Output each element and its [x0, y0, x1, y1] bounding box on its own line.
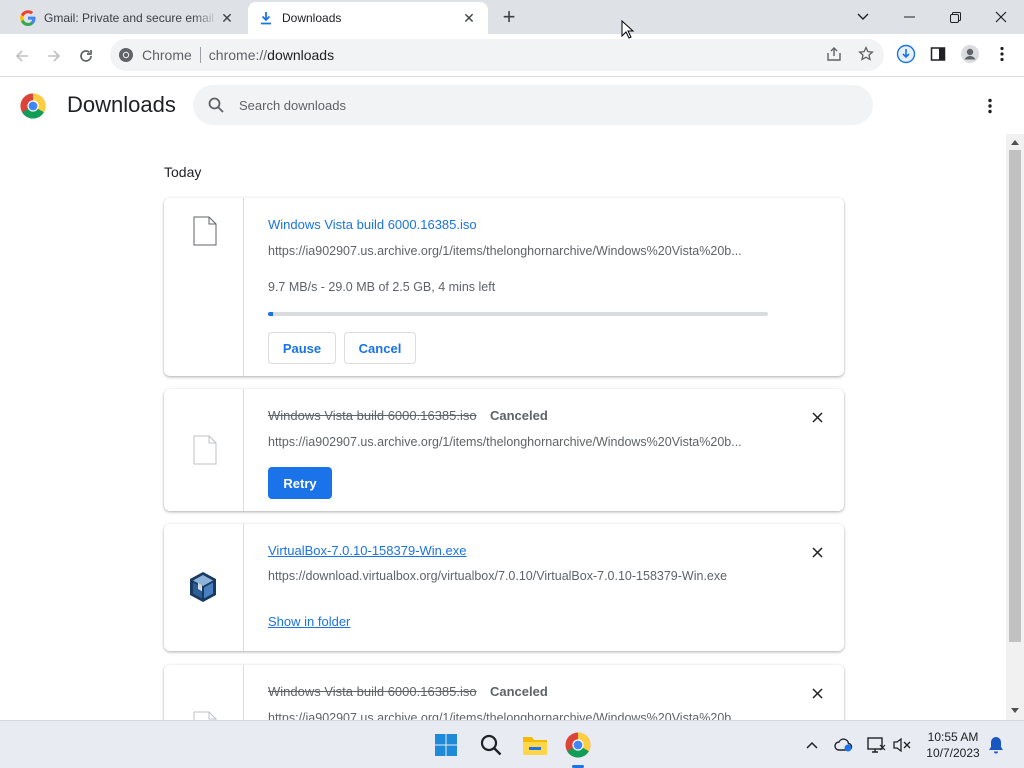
file-icon: [193, 711, 217, 720]
url-scheme: chrome://: [208, 47, 268, 63]
downloads-list: Today Windows Vista build 6000.16385.iso…: [0, 134, 1006, 720]
downloads-header: Downloads: [0, 78, 1024, 134]
page-scrollbar[interactable]: [1006, 134, 1024, 720]
show-hidden-icons-chevron-icon[interactable]: [802, 735, 822, 755]
tab-gmail[interactable]: Gmail: Private and secure email at no co…: [10, 2, 246, 34]
download-file-name[interactable]: Windows Vista build 6000.16385.iso: [268, 217, 477, 232]
download-progress-text: 9.7 MB/s - 29.0 MB of 2.5 GB, 4 mins lef…: [268, 280, 496, 294]
side-panel-icon[interactable]: [926, 42, 950, 66]
downloads-toolbar-icon[interactable]: [894, 42, 918, 66]
download-url: https://ia902907.us.archive.org/1/items/…: [268, 711, 742, 720]
bookmark-star-icon[interactable]: [854, 42, 878, 66]
download-file-name-link[interactable]: VirtualBox-7.0.10-158379-Win.exe: [268, 543, 467, 558]
date-group-label: Today: [164, 164, 202, 180]
chrome-logo-icon: [20, 93, 46, 119]
volume-muted-icon[interactable]: [892, 735, 912, 755]
download-url: https://ia902907.us.archive.org/1/items/…: [268, 435, 742, 449]
tab-search-chevron-icon[interactable]: [840, 0, 886, 34]
tab-strip: Gmail: Private and secure email at no co…: [0, 0, 1024, 34]
retry-button[interactable]: Retry: [268, 467, 332, 499]
download-file-name: Windows Vista build 6000.16385.iso: [268, 684, 477, 699]
minimize-button[interactable]: [886, 0, 932, 34]
pause-button[interactable]: Pause: [268, 332, 336, 364]
download-icon: [258, 10, 274, 26]
restore-button[interactable]: [932, 0, 978, 34]
tab-downloads[interactable]: Downloads ✕: [248, 2, 488, 34]
scroll-up-arrow-icon[interactable]: [1006, 136, 1024, 148]
close-icon[interactable]: ✕: [218, 9, 236, 27]
browser-toolbar: Chrome chrome:// downloads: [0, 34, 1024, 77]
address-bar[interactable]: Chrome chrome:// downloads: [110, 39, 884, 71]
download-url: https://download.virtualbox.org/virtualb…: [268, 569, 728, 583]
page-title: Downloads: [67, 92, 176, 117]
clock-date: 10/7/2023: [926, 746, 980, 760]
scroll-down-arrow-icon[interactable]: [1006, 704, 1024, 716]
download-item-in-progress: Windows Vista build 6000.16385.iso https…: [164, 198, 844, 376]
remove-download-close-icon[interactable]: [809, 544, 825, 560]
system-clock[interactable]: 10:55 AM 10/7/2023: [918, 729, 988, 761]
tab-title: Downloads: [282, 11, 342, 25]
chrome-menu-icon[interactable]: [990, 42, 1014, 66]
cancel-button[interactable]: Cancel: [344, 332, 416, 364]
download-progress-bar: [268, 312, 768, 316]
close-window-button[interactable]: [978, 0, 1024, 34]
search-input[interactable]: [239, 97, 839, 113]
file-icon-column: [164, 665, 244, 720]
omnibox-divider: [199, 47, 201, 63]
download-status: Canceled: [490, 684, 548, 699]
share-icon[interactable]: [822, 42, 846, 66]
search-bar[interactable]: [193, 85, 873, 125]
download-status: Canceled: [490, 408, 548, 423]
profile-avatar-icon[interactable]: [958, 42, 982, 66]
url-host: downloads: [267, 47, 335, 63]
chrome-site-icon: [119, 48, 133, 62]
file-icon-column: [164, 524, 244, 651]
reload-button[interactable]: [72, 42, 100, 70]
file-icon-column: [164, 389, 244, 511]
download-file-name: Windows Vista build 6000.16385.iso: [268, 408, 477, 423]
download-url: https://ia902907.us.archive.org/1/items/…: [268, 244, 742, 258]
tab-title: Gmail: Private and secure email at no co…: [44, 11, 218, 25]
windows-start-icon[interactable]: [432, 731, 460, 759]
download-progress-fill: [268, 312, 274, 316]
scrollbar-thumb[interactable]: [1009, 150, 1021, 642]
google-g-icon: [20, 10, 36, 26]
show-in-folder-link[interactable]: Show in folder: [268, 614, 350, 629]
download-item-canceled: Windows Vista build 6000.16385.iso Cance…: [164, 389, 844, 511]
file-icon: [193, 216, 217, 246]
notification-bell-icon[interactable]: [986, 735, 1006, 755]
network-icon[interactable]: [866, 735, 886, 755]
virtualbox-icon: [190, 572, 216, 602]
file-icon-column: [164, 198, 244, 376]
chrome-taskbar-icon[interactable]: [564, 731, 592, 759]
close-icon[interactable]: ✕: [460, 9, 478, 27]
more-actions-icon[interactable]: [978, 94, 1002, 118]
clock-time: 10:55 AM: [927, 730, 979, 744]
back-button[interactable]: [8, 42, 36, 70]
search-icon: [208, 97, 224, 113]
taskbar-search-icon[interactable]: [477, 731, 505, 759]
file-icon: [193, 435, 217, 465]
windows-taskbar: 10:55 AM 10/7/2023: [0, 720, 1024, 768]
forward-button[interactable]: [40, 42, 68, 70]
download-item-canceled: Windows Vista build 6000.16385.iso Cance…: [164, 665, 844, 720]
remove-download-close-icon[interactable]: [809, 409, 825, 425]
file-explorer-icon[interactable]: [521, 731, 549, 759]
mouse-cursor-icon: [621, 20, 635, 39]
remove-download-close-icon[interactable]: [809, 685, 825, 701]
onedrive-cloud-icon[interactable]: [834, 735, 854, 755]
download-item-complete: VirtualBox-7.0.10-158379-Win.exe https:/…: [164, 524, 844, 651]
new-tab-button[interactable]: +: [498, 4, 520, 29]
omnibox-chip: Chrome: [142, 47, 192, 63]
